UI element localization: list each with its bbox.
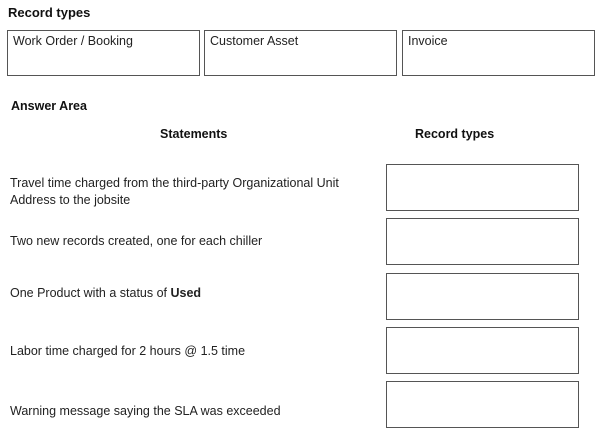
statement-product-used: One Product with a status of Used [10, 285, 380, 302]
record-type-work-order-booking[interactable]: Work Order / Booking [7, 30, 200, 76]
record-type-invoice[interactable]: Invoice [402, 30, 595, 76]
record-types-header: Record types [415, 127, 495, 141]
answer-drop-target-1[interactable] [386, 164, 579, 211]
statement-product-used-bold: Used [170, 286, 202, 300]
answer-area-title: Answer Area [11, 99, 87, 113]
answer-drop-target-3[interactable] [386, 273, 579, 320]
statement-travel-time: Travel time charged from the third-party… [10, 176, 339, 207]
statement-product-used-prefix: One Product with a status of [10, 286, 171, 300]
statement-sla-warning: Warning message saying the SLA was excee… [10, 404, 281, 418]
answer-drop-target-4[interactable] [386, 327, 579, 374]
statement-labor-time: Labor time charged for 2 hours @ 1.5 tim… [10, 344, 246, 358]
answer-drop-target-2[interactable] [386, 218, 579, 265]
record-type-customer-asset[interactable]: Customer Asset [204, 30, 397, 76]
statements-header: Statements [160, 127, 228, 141]
answer-drop-target-5[interactable] [386, 381, 579, 428]
statement-new-records: Two new records created, one for each ch… [10, 234, 263, 248]
record-types-title: Record types [8, 5, 91, 20]
